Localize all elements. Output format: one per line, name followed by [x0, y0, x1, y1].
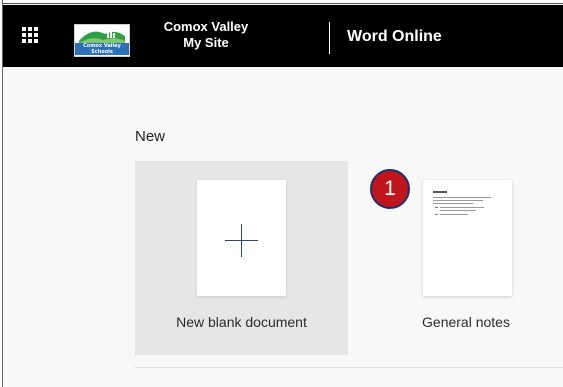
header-divider: [329, 22, 330, 54]
site-title[interactable]: Comox Valley My Site: [156, 19, 256, 51]
plus-icon: [225, 224, 258, 257]
blank-document-thumbnail[interactable]: [197, 180, 286, 296]
app-launcher-icon[interactable]: [22, 27, 38, 43]
site-title-line1: Comox Valley: [163, 19, 249, 34]
section-divider: [135, 367, 563, 368]
general-notes-label: General notes: [422, 314, 510, 330]
document-preview-icon: [433, 191, 491, 215]
general-notes-thumbnail[interactable]: [423, 180, 512, 296]
new-blank-document-label: New blank document: [176, 314, 307, 330]
site-logo[interactable]: Comox Valley Schools: [74, 24, 130, 57]
app-header: Comox Valley Schools Comox Valley My Sit…: [3, 5, 563, 67]
new-section-title: New: [135, 128, 166, 145]
new-blank-document-card[interactable]: New blank document: [135, 161, 348, 355]
app-name[interactable]: Word Online: [347, 28, 442, 46]
site-title-line2: My Site: [183, 35, 229, 50]
frame-top-line: [0, 3, 563, 4]
callout-badge: 1: [370, 169, 410, 209]
logo-text: Comox Valley Schools: [75, 43, 129, 55]
